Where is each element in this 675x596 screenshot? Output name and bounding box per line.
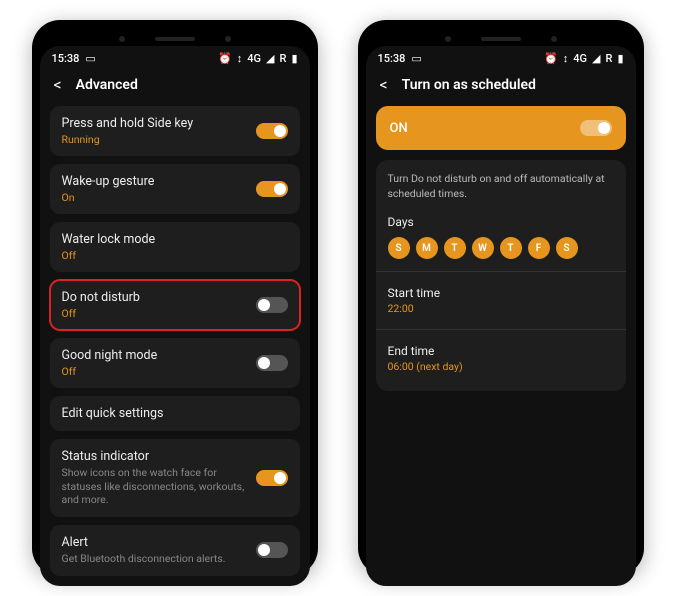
status-time: 15:38 [52, 52, 80, 65]
battery-icon: ▮ [617, 52, 623, 65]
setting-sublabel: On [62, 191, 248, 204]
setting-label: Alert [62, 535, 248, 550]
data-icon: ↕ [563, 52, 569, 65]
setting-label: Do not disturb [62, 290, 248, 305]
toggle[interactable] [256, 297, 288, 313]
days-row: SMTWTFS [388, 237, 614, 259]
toggle[interactable] [256, 123, 288, 139]
setting-sublabel: Show icons on the watch face for statuse… [62, 466, 248, 507]
status-time: 15:38 [378, 52, 406, 65]
phone-schedule: 15:38 ▭ ⏰ ↕ 4G ◢ R ▮ < Turn on as schedu… [358, 20, 644, 576]
setting-row-good-night-mode[interactable]: Good night mode Off [50, 338, 300, 388]
setting-row-edit-quick-settings[interactable]: Edit quick settings [50, 396, 300, 431]
notch [366, 28, 636, 46]
setting-row-alert[interactable]: Alert Get Bluetooth disconnection alerts. [50, 525, 300, 576]
toggle[interactable] [256, 355, 288, 371]
end-time-label: End time [388, 344, 614, 358]
setting-label: Press and hold Side key [62, 116, 248, 131]
status-bar: 15:38 ▭ ⏰ ↕ 4G ◢ R ▮ [366, 46, 636, 67]
header: < Advanced [40, 67, 310, 106]
day-s[interactable]: S [556, 237, 578, 259]
signal-icon: ◢ [592, 52, 600, 65]
toggle[interactable] [256, 542, 288, 558]
toggle[interactable] [256, 181, 288, 197]
setting-label: Status indicator [62, 449, 248, 464]
day-t[interactable]: T [444, 237, 466, 259]
setting-sublabel: Off [62, 249, 288, 262]
day-t[interactable]: T [500, 237, 522, 259]
video-icon: ▭ [85, 52, 95, 65]
battery-icon: ▮ [291, 52, 297, 65]
start-time-value: 22:00 [388, 302, 614, 315]
setting-label: Edit quick settings [62, 406, 288, 421]
roaming-icon: R [280, 52, 287, 65]
master-toggle-row[interactable]: ON [376, 106, 626, 150]
back-icon[interactable]: < [54, 75, 62, 94]
setting-label: Water lock mode [62, 232, 288, 247]
setting-row-water-lock-mode[interactable]: Water lock mode Off [50, 222, 300, 272]
setting-row-press-and-hold-side-key[interactable]: Press and hold Side key Running [50, 106, 300, 156]
network-icon: 4G [573, 52, 587, 65]
day-s[interactable]: S [388, 237, 410, 259]
alarm-icon: ⏰ [544, 52, 558, 65]
day-w[interactable]: W [472, 237, 494, 259]
setting-label: Good night mode [62, 348, 248, 363]
header: < Turn on as scheduled [366, 67, 636, 106]
page-title: Turn on as scheduled [402, 77, 536, 93]
schedule-description: Turn Do not disturb on and off automatic… [388, 172, 614, 201]
setting-row-wake-up-gesture[interactable]: Wake-up gesture On [50, 164, 300, 214]
day-m[interactable]: M [416, 237, 438, 259]
setting-row-status-indicator[interactable]: Status indicator Show icons on the watch … [50, 439, 300, 517]
schedule-panel: Turn Do not disturb on and off automatic… [376, 160, 626, 391]
page-title: Advanced [76, 77, 138, 93]
setting-sublabel: Running [62, 133, 248, 146]
end-time-row[interactable]: End time 06:00 (next day) [388, 338, 614, 379]
back-icon[interactable]: < [380, 75, 388, 94]
setting-sublabel: Off [62, 365, 248, 378]
settings-list[interactable]: Press and hold Side key Running Wake-up ge… [40, 106, 310, 586]
setting-label: Wake-up gesture [62, 174, 248, 189]
setting-sublabel: Get Bluetooth disconnection alerts. [62, 552, 248, 566]
master-toggle-label: ON [390, 121, 408, 136]
notch [40, 28, 310, 46]
alarm-icon: ⏰ [218, 52, 232, 65]
video-icon: ▭ [411, 52, 421, 65]
signal-icon: ◢ [266, 52, 274, 65]
day-f[interactable]: F [528, 237, 550, 259]
network-icon: 4G [247, 52, 261, 65]
days-label: Days [388, 215, 614, 229]
toggle[interactable] [256, 470, 288, 486]
master-toggle[interactable] [580, 120, 612, 136]
start-time-row[interactable]: Start time 22:00 [388, 280, 614, 321]
start-time-label: Start time [388, 286, 614, 300]
data-icon: ↕ [237, 52, 243, 65]
phone-advanced: 15:38 ▭ ⏰ ↕ 4G ◢ R ▮ < Advanced Press an… [32, 20, 318, 576]
setting-row-do-not-disturb[interactable]: Do not disturb Off [50, 280, 300, 330]
end-time-value: 06:00 (next day) [388, 360, 614, 373]
roaming-icon: R [606, 52, 613, 65]
setting-sublabel: Off [62, 307, 248, 320]
status-bar: 15:38 ▭ ⏰ ↕ 4G ◢ R ▮ [40, 46, 310, 67]
